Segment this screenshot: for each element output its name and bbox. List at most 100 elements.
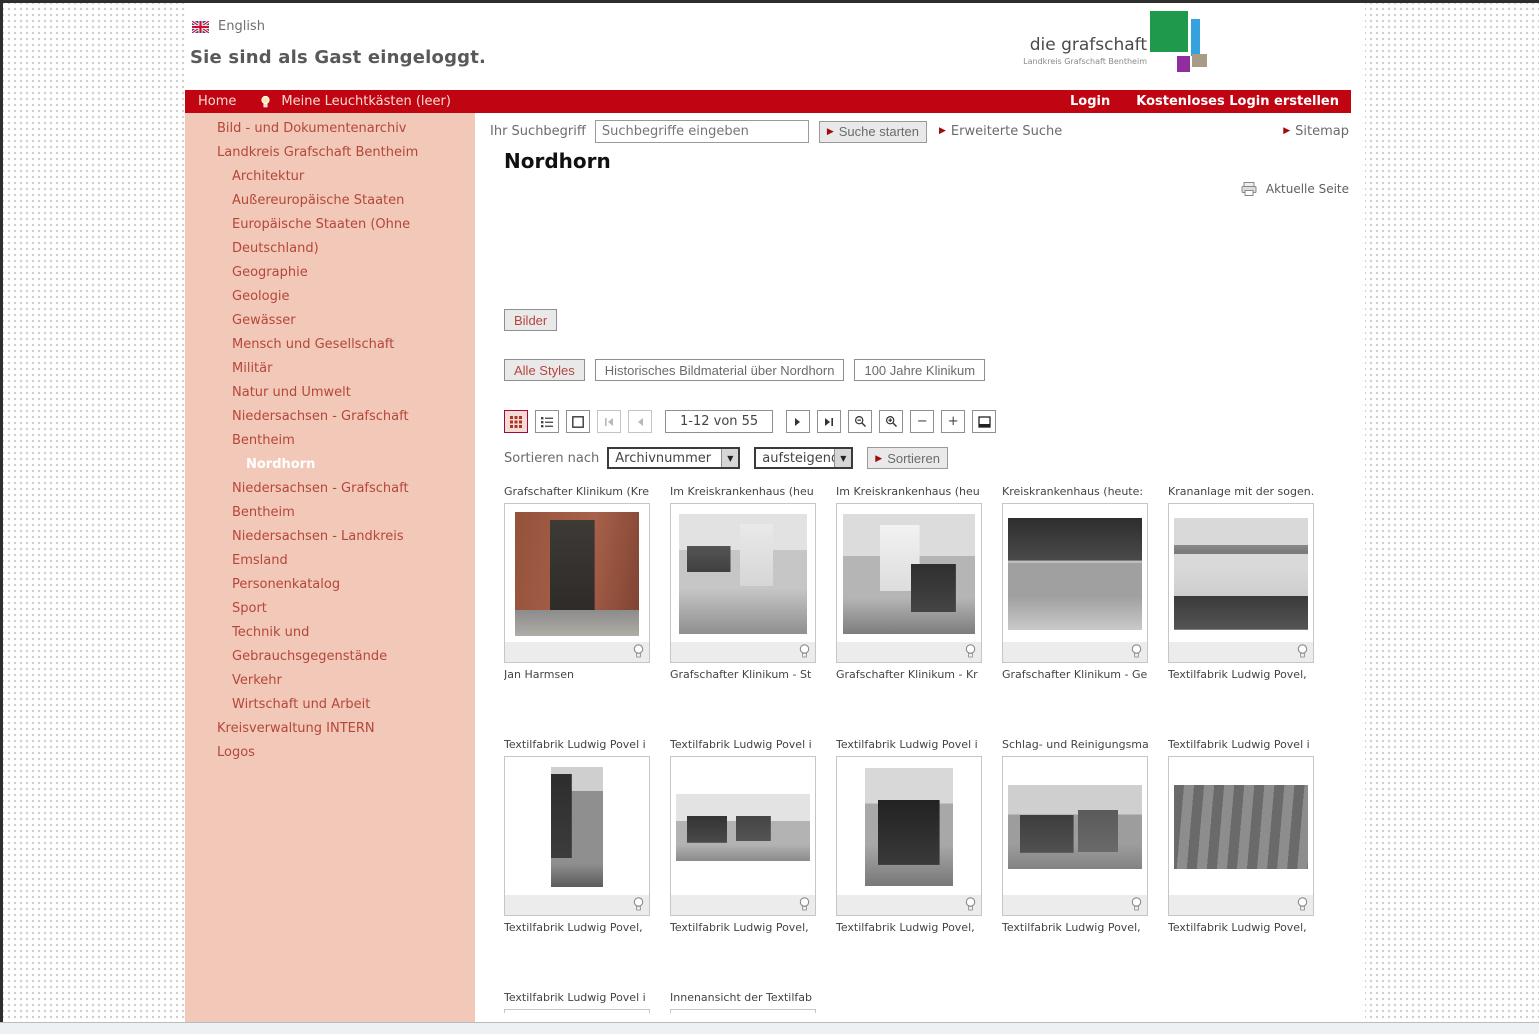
prev-page-button[interactable] xyxy=(628,410,652,433)
result-subtitle[interactable]: Grafschafter Klinikum - Ge xyxy=(1002,668,1152,684)
thumbnail-card[interactable] xyxy=(836,503,982,663)
result-subtitle[interactable]: Textilfabrik Ludwig Povel, xyxy=(1002,921,1152,937)
next-page-button[interactable] xyxy=(786,410,810,433)
result-subtitle[interactable]: Textilfabrik Ludwig Povel, xyxy=(836,921,986,937)
result-subtitle[interactable]: Textilfabrik Ludwig Povel, xyxy=(504,921,654,937)
add-to-lightbox-icon[interactable] xyxy=(964,643,977,659)
decrease-size-button[interactable]: − xyxy=(910,410,934,433)
add-to-lightbox-icon[interactable] xyxy=(964,896,977,912)
sidebar-item-bild-und-dokumentenarchiv[interactable]: Bild - und Dokumentenarchiv xyxy=(185,117,475,141)
add-to-lightbox-icon[interactable] xyxy=(798,896,811,912)
sidebar-item-kreisverwaltung-intern[interactable]: Kreisverwaltung INTERN xyxy=(185,717,475,741)
sort-direction-select[interactable]: aufsteigend ▼ xyxy=(754,447,853,469)
sidebar-item-geologie[interactable]: Geologie xyxy=(185,285,475,309)
nav-login[interactable]: Login xyxy=(1070,94,1110,109)
result-title[interactable]: Krananlage mit der sogen. xyxy=(1168,485,1318,501)
sidebar-item-technik[interactable]: Technik und Gebrauchsgegenstände xyxy=(185,621,475,669)
result-subtitle[interactable]: Grafschafter Klinikum - Kr xyxy=(836,668,986,684)
add-to-lightbox-icon[interactable] xyxy=(798,643,811,659)
thumbnail-card[interactable] xyxy=(836,756,982,916)
thumbnail-photo[interactable] xyxy=(1174,518,1308,630)
filter-alle-styles[interactable]: Alle Styles xyxy=(504,359,585,381)
thumbnail-card[interactable] xyxy=(504,756,650,916)
view-grid-button[interactable] xyxy=(504,410,528,433)
result-subtitle[interactable]: Grafschafter Klinikum - St xyxy=(670,668,820,684)
thumbnail-card[interactable] xyxy=(504,1009,650,1013)
language-label[interactable]: English xyxy=(218,19,265,34)
add-to-lightbox-icon[interactable] xyxy=(632,643,645,659)
thumbnail-photo[interactable] xyxy=(551,767,603,887)
sitemap-link[interactable]: ▶ Sitemap xyxy=(1283,124,1349,139)
filter-historisches-bildmaterial[interactable]: Historisches Bildmaterial über Nordhorn xyxy=(595,359,845,381)
sidebar-item-wirtschaft-und-arbeit[interactable]: Wirtschaft und Arbeit xyxy=(185,693,475,717)
sidebar-item-niedersachsen-landkreis-emsland[interactable]: Niedersachsen - Landkreis Emsland xyxy=(185,525,475,573)
thumbnail-card[interactable] xyxy=(670,756,816,916)
nav-home[interactable]: Home xyxy=(198,94,236,109)
thumbnail-photo[interactable] xyxy=(865,768,953,886)
sort-field-select[interactable]: Archivnummer ▼ xyxy=(607,447,740,469)
thumbnail-card[interactable] xyxy=(1168,756,1314,916)
search-start-button[interactable]: ▶ Suche starten xyxy=(819,121,927,143)
add-to-lightbox-icon[interactable] xyxy=(1130,643,1143,659)
thumbnail-card[interactable] xyxy=(670,503,816,663)
zoom-out-button[interactable] xyxy=(848,410,872,433)
thumbnail-photo[interactable] xyxy=(843,514,975,634)
thumbnail-photo[interactable] xyxy=(1008,785,1142,869)
thumbnail-photo[interactable] xyxy=(515,512,639,636)
sidebar-item-landkreis-grafschaft-bentheim[interactable]: Landkreis Grafschaft Bentheim xyxy=(185,141,475,165)
result-title[interactable]: Textilfabrik Ludwig Povel i xyxy=(836,738,986,754)
thumbnail-photo[interactable] xyxy=(676,794,810,861)
advanced-search-link[interactable]: ▶ Erweiterte Suche xyxy=(939,124,1062,139)
sort-apply-button[interactable]: ▶ Sortieren xyxy=(867,447,948,469)
first-page-button[interactable] xyxy=(597,410,621,433)
sidebar-item-logos[interactable]: Logos xyxy=(185,741,475,765)
thumbnail-photo[interactable] xyxy=(1008,518,1142,630)
result-subtitle[interactable]: Jan Harmsen xyxy=(504,668,654,684)
thumbnail-photo[interactable] xyxy=(679,514,807,634)
zoom-in-button[interactable] xyxy=(879,410,903,433)
sidebar-item-geographie[interactable]: Geographie xyxy=(185,261,475,285)
fullscreen-button[interactable] xyxy=(972,410,996,433)
sidebar-item-personenkatalog[interactable]: Personenkatalog xyxy=(185,573,475,597)
thumbnail-card[interactable] xyxy=(504,503,650,663)
result-title[interactable]: Innenansicht der Textilfab xyxy=(670,991,820,1007)
last-page-button[interactable] xyxy=(817,410,841,433)
sidebar-item-nordhorn[interactable]: Nordhorn xyxy=(185,453,475,477)
bilder-tab-button[interactable]: Bilder xyxy=(504,309,557,331)
result-title[interactable]: Textilfabrik Ludwig Povel i xyxy=(504,991,654,1007)
result-title[interactable]: Kreiskrankenhaus (heute: xyxy=(1002,485,1152,501)
result-title[interactable]: Schlag- und Reinigungsma xyxy=(1002,738,1152,754)
sidebar-item-verkehr[interactable]: Verkehr xyxy=(185,669,475,693)
result-title[interactable]: Textilfabrik Ludwig Povel i xyxy=(670,738,820,754)
result-title[interactable]: Im Kreiskrankenhaus (heu xyxy=(670,485,820,501)
sidebar-item-niedersachsen-grafschaft-bentheim-2[interactable]: Niedersachsen - Grafschaft Bentheim xyxy=(185,477,475,525)
print-current-page[interactable]: Aktuelle Seite xyxy=(1241,182,1349,196)
thumbnail-card[interactable] xyxy=(1002,756,1148,916)
search-input[interactable] xyxy=(595,120,809,143)
sidebar-item-sport[interactable]: Sport xyxy=(185,597,475,621)
result-subtitle[interactable]: Textilfabrik Ludwig Povel, xyxy=(1168,668,1318,684)
sidebar-item-militaer[interactable]: Militär xyxy=(185,357,475,381)
thumbnail-card[interactable] xyxy=(670,1009,816,1013)
sidebar-item-gewaesser[interactable]: Gewässer xyxy=(185,309,475,333)
result-title[interactable]: Im Kreiskrankenhaus (heu xyxy=(836,485,986,501)
view-single-button[interactable] xyxy=(566,410,590,433)
result-title[interactable]: Textilfabrik Ludwig Povel i xyxy=(1168,738,1318,754)
add-to-lightbox-icon[interactable] xyxy=(1296,643,1309,659)
sidebar-item-aussereuropaeische-staaten[interactable]: Außereuropäische Staaten xyxy=(185,189,475,213)
add-to-lightbox-icon[interactable] xyxy=(1130,896,1143,912)
result-title[interactable]: Textilfabrik Ludwig Povel i xyxy=(504,738,654,754)
language-switch[interactable]: English xyxy=(192,19,265,34)
result-subtitle[interactable]: Textilfabrik Ludwig Povel, xyxy=(670,921,820,937)
increase-size-button[interactable]: + xyxy=(941,410,965,433)
filter-100-jahre-klinikum[interactable]: 100 Jahre Klinikum xyxy=(854,359,985,381)
view-list-button[interactable] xyxy=(535,410,559,433)
thumbnail-card[interactable] xyxy=(1002,503,1148,663)
sidebar-item-europaeische-staaten[interactable]: Europäische Staaten (Ohne Deutschland) xyxy=(185,213,475,261)
nav-lightbox[interactable]: Meine Leuchtkästen (leer) xyxy=(281,94,451,109)
sidebar-item-mensch-und-gesellschaft[interactable]: Mensch und Gesellschaft xyxy=(185,333,475,357)
sidebar-item-natur-und-umwelt[interactable]: Natur und Umwelt xyxy=(185,381,475,405)
thumbnail-photo[interactable] xyxy=(1174,785,1308,869)
result-title[interactable]: Grafschafter Klinikum (Kre xyxy=(504,485,654,501)
sidebar-item-niedersachsen-grafschaft-bentheim-1[interactable]: Niedersachsen - Grafschaft Bentheim xyxy=(185,405,475,453)
